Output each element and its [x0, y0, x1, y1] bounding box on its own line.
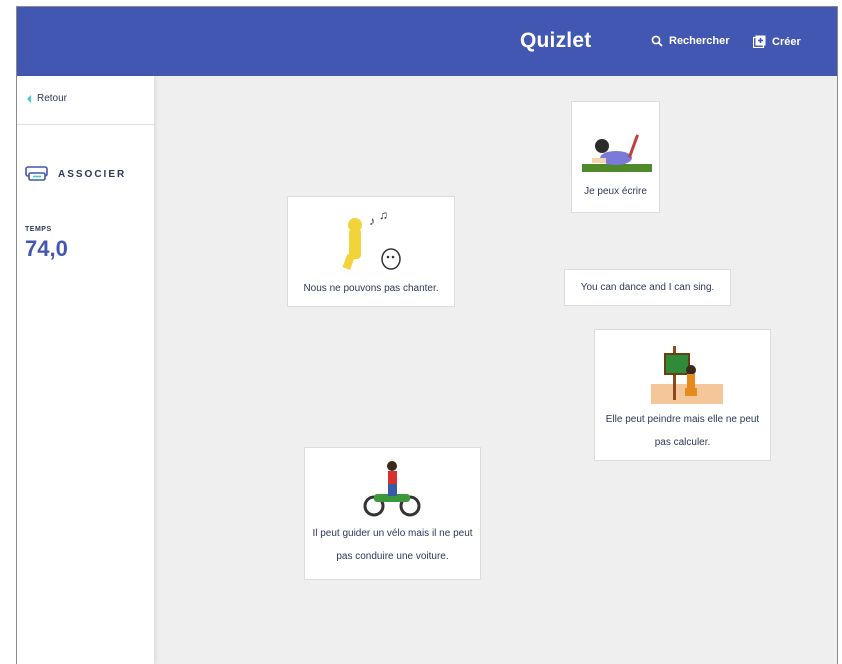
singing-characters-image: ♪ ♫ — [342, 209, 401, 270]
top-header: Quizlet Rechercher Créer — [17, 7, 837, 76]
back-label: Retour — [37, 93, 68, 104]
card-text: Nous ne pouvons pas chanter. — [303, 283, 439, 294]
svg-text:♪: ♪ — [369, 214, 375, 228]
app-window: Quizlet Rechercher Créer Retour ASSOCIER… — [16, 6, 838, 664]
match-card-paint[interactable]: Elle peut peindre mais elle ne peut pas … — [594, 329, 771, 461]
motorbike-rider-image — [363, 461, 420, 517]
match-card-sing[interactable]: ♪ ♫ Nous ne pouvons pas chanter. — [287, 196, 455, 307]
writing-girl-image — [581, 134, 652, 172]
time-value: 74,0 — [25, 236, 68, 261]
sidebar-divider — [17, 124, 154, 125]
match-card-bike[interactable]: Il peut guider un vélo mais il ne peut p… — [304, 447, 481, 580]
back-arrow-icon — [27, 94, 31, 103]
time-label: TEMPS — [25, 226, 52, 233]
card-text: Je peux écrire — [584, 186, 647, 197]
match-mode-icon — [25, 166, 48, 181]
card-text: Elle peut peindre mais elle ne peut pas … — [605, 414, 760, 448]
search-button[interactable]: Rechercher — [651, 35, 730, 47]
create-icon — [753, 35, 766, 48]
quizlet-logo[interactable]: Quizlet — [520, 29, 591, 53]
card-text: Il peut guider un vélo mais il ne peut p… — [312, 528, 473, 562]
search-label: Rechercher — [669, 35, 730, 47]
card-text: You can dance and I can sing. — [580, 282, 715, 293]
svg-text:♫: ♫ — [379, 209, 388, 222]
match-card-write[interactable]: Je peux écrire — [571, 101, 660, 213]
mode-label: ASSOCIER — [58, 168, 127, 180]
match-mode: ASSOCIER — [25, 165, 126, 183]
search-icon — [651, 35, 663, 47]
match-card-dance[interactable]: You can dance and I can sing. — [564, 269, 731, 306]
painting-easel-image — [650, 346, 723, 404]
create-button[interactable]: Créer — [753, 35, 801, 48]
create-label: Créer — [772, 35, 801, 48]
sidebar: Retour ASSOCIER TEMPS 74,0 — [17, 76, 154, 664]
back-link[interactable]: Retour — [27, 93, 67, 104]
